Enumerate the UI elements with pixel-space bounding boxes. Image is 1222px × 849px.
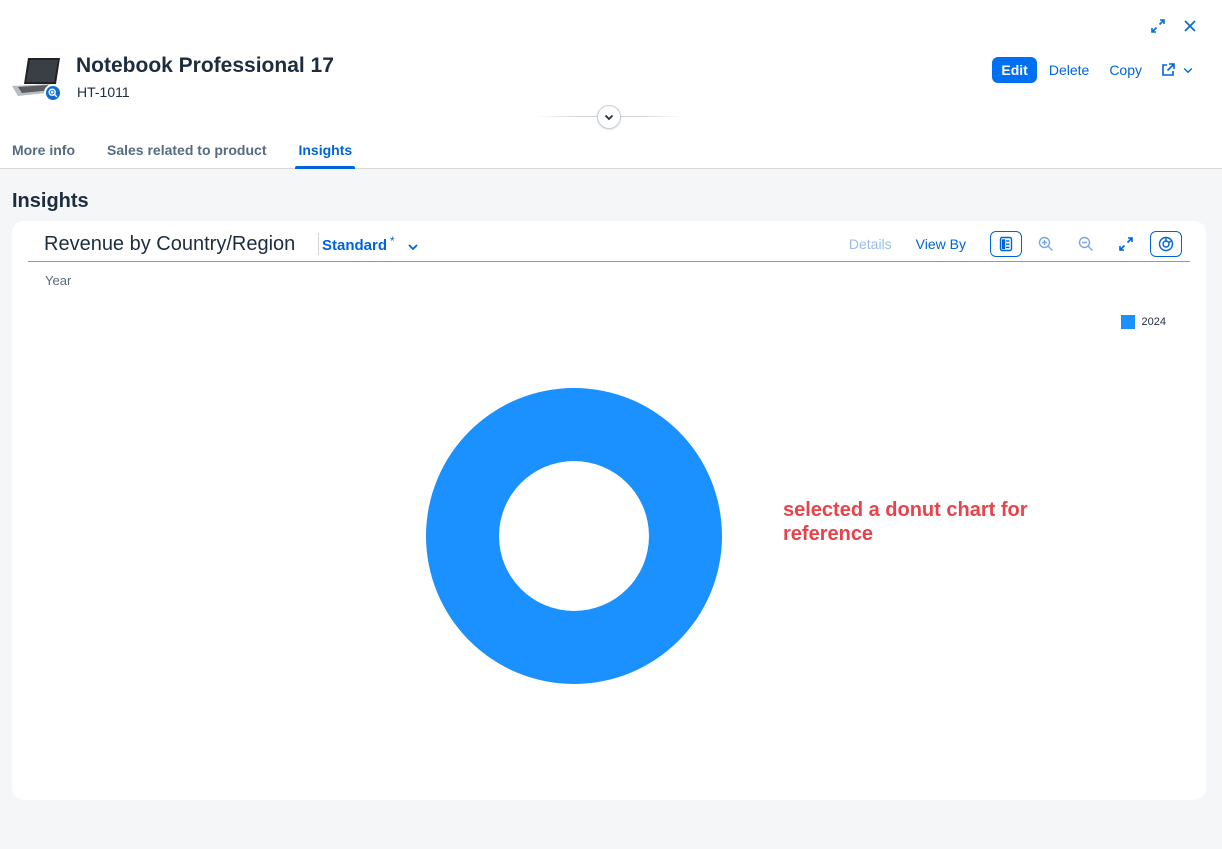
page-title: Notebook Professional 17 bbox=[76, 54, 334, 77]
zoom-out-button[interactable] bbox=[1070, 231, 1102, 257]
legend-toggle-button[interactable] bbox=[990, 231, 1022, 257]
legend-label: 2024 bbox=[1141, 316, 1166, 328]
chart-title: Revenue by Country/Region bbox=[44, 233, 296, 255]
close-icon[interactable] bbox=[1180, 16, 1200, 36]
zoom-out-icon bbox=[1078, 236, 1093, 251]
fullscreen-button[interactable] bbox=[1110, 231, 1142, 257]
chart-legend[interactable]: 2024 bbox=[1120, 315, 1166, 329]
chevron-down-icon bbox=[1183, 68, 1193, 74]
toolbar-actions: Details View By bbox=[837, 231, 1182, 257]
zoom-image-icon[interactable] bbox=[44, 84, 62, 102]
variant-modified-marker: * bbox=[390, 234, 395, 248]
zoom-in-button[interactable] bbox=[1030, 231, 1062, 257]
view-by-button[interactable]: View By bbox=[904, 236, 978, 252]
variant-label: Standard bbox=[322, 237, 388, 254]
zoom-in-icon bbox=[1038, 236, 1053, 251]
toolbar-separator bbox=[318, 233, 319, 255]
expand-icon[interactable] bbox=[1148, 16, 1168, 36]
legend-icon bbox=[999, 236, 1013, 252]
tab-sales-related[interactable]: Sales related to product bbox=[91, 130, 282, 169]
tab-bar: More info Sales related to product Insig… bbox=[0, 130, 368, 169]
donut-chart-icon bbox=[1158, 236, 1174, 252]
chart-toolbar: Revenue by Country/Region Standard * Det… bbox=[28, 229, 1190, 262]
legend-swatch bbox=[1120, 315, 1135, 329]
annotation-text: selected a donut chart for reference bbox=[783, 499, 1028, 545]
donut-slices bbox=[426, 388, 722, 684]
delete-button[interactable]: Delete bbox=[1041, 57, 1097, 83]
copy-button[interactable]: Copy bbox=[1101, 57, 1150, 83]
details-button[interactable]: Details bbox=[837, 236, 904, 252]
share-icon bbox=[1162, 63, 1175, 76]
dimension-label: Year bbox=[45, 273, 72, 288]
donut-slice-2024[interactable] bbox=[426, 388, 722, 684]
tab-insights[interactable]: Insights bbox=[282, 130, 368, 169]
variant-selector[interactable]: Standard * bbox=[322, 234, 419, 254]
collapse-header-button[interactable] bbox=[597, 105, 621, 129]
chevron-down-icon bbox=[604, 114, 614, 121]
edit-button[interactable]: Edit bbox=[992, 57, 1037, 83]
object-page-header: Notebook Professional 17 HT-1011 Edit De… bbox=[0, 0, 1222, 169]
page-subtitle: HT-1011 bbox=[77, 84, 130, 100]
section-title: Insights bbox=[12, 190, 89, 212]
tab-more-info[interactable]: More info bbox=[0, 130, 91, 169]
chart-card: Revenue by Country/Region Standard * Det… bbox=[12, 221, 1206, 800]
fullscreen-icon bbox=[1119, 237, 1133, 251]
donut-chart bbox=[426, 388, 722, 684]
header-actions: Edit Delete Copy bbox=[992, 57, 1200, 83]
chevron-down-icon bbox=[408, 244, 418, 251]
chart-type-button[interactable] bbox=[1150, 231, 1182, 257]
share-button[interactable] bbox=[1154, 57, 1200, 83]
